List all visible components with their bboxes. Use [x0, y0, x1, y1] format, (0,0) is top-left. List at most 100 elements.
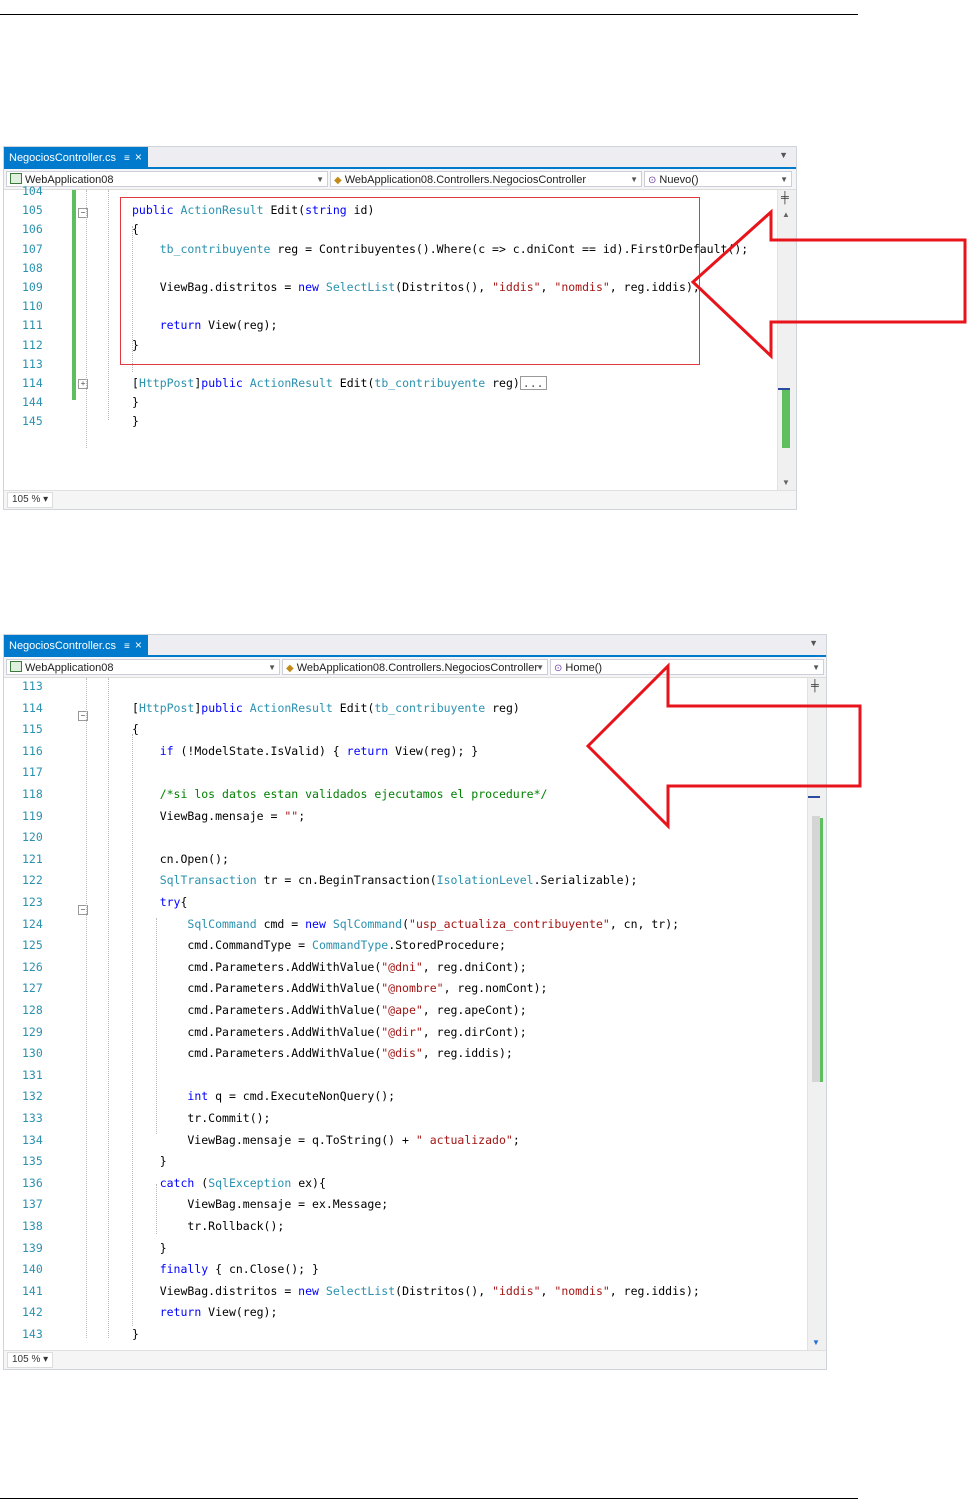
code-text: tr.Commit(); [132, 1111, 271, 1125]
code-text: { [132, 722, 139, 737]
line-number: 122 [22, 873, 43, 888]
line-number: 107 [22, 241, 43, 256]
line-number: 114 [22, 376, 43, 390]
code-text: cmd.Parameters.AddWithValue("@nombre", r… [132, 981, 548, 996]
line-number: 128 [22, 1003, 43, 1017]
code-line[interactable]: 133 tr.Commit(); [4, 1108, 806, 1130]
close-icon[interactable]: × [135, 150, 142, 164]
code-text: ViewBag.distritos = new SelectList(Distr… [132, 1283, 700, 1298]
project-icon [10, 661, 22, 672]
code-text: cmd.Parameters.AddWithValue("@dir", reg.… [132, 1024, 527, 1039]
editor-status-bar: 105 % ▾ [4, 490, 796, 509]
code-text: int q = cmd.ExecuteNonQuery(); [187, 1089, 396, 1104]
change-marker [820, 818, 823, 1082]
tab-list-dropdown-icon[interactable]: ▼ [809, 638, 818, 648]
line-number: 124 [22, 916, 43, 931]
code-text: try{ [159, 895, 188, 909]
code-line[interactable]: 122 SqlTransaction tr = cn.BeginTransact… [4, 870, 806, 892]
line-number: 132 [22, 1089, 43, 1104]
code-text: ViewBag.mensaje = q.ToString() + " actua… [132, 1132, 520, 1147]
class-combo[interactable]: ◆ WebApplication08.Controllers.NegociosCo… [282, 659, 548, 675]
code-text: finally { cn.Close(); } [159, 1262, 319, 1277]
code-line[interactable]: 134 ViewBag.mensaje = q.ToString() + " a… [4, 1130, 806, 1152]
line-number: 109 [22, 280, 43, 294]
line-number: 119 [22, 808, 43, 823]
code-line[interactable]: 143} [4, 1324, 806, 1346]
code-line[interactable]: 125 cmd.CommandType = CommandType.Stored… [4, 935, 806, 957]
code-text: SqlCommand cmd = new SqlCommand("usp_act… [187, 916, 680, 931]
code-text: /*si los datos estan validados ejecutamo… [159, 787, 548, 801]
line-number: 106 [22, 222, 43, 237]
tab-list-dropdown-icon[interactable]: ▼ [779, 150, 788, 160]
document-tab-label: NegociosController.cs [9, 640, 116, 652]
code-line[interactable]: 129 cmd.Parameters.AddWithValue("@dir", … [4, 1022, 806, 1044]
code-line[interactable]: 128 cmd.Parameters.AddWithValue("@ape", … [4, 1000, 806, 1022]
code-line[interactable]: 121 cn.Open(); [4, 849, 806, 871]
pin-icon[interactable]: ≡ [124, 641, 130, 652]
code-line[interactable]: 130 cmd.Parameters.AddWithValue("@dis", … [4, 1043, 806, 1065]
line-number: 134 [22, 1132, 43, 1147]
code-line[interactable]: 127 cmd.Parameters.AddWithValue("@nombre… [4, 978, 806, 1000]
code-line[interactable]: 131 [4, 1065, 806, 1087]
code-line[interactable]: 132 int q = cmd.ExecuteNonQuery(); [4, 1086, 806, 1108]
code-line[interactable]: 126 cmd.Parameters.AddWithValue("@dni", … [4, 957, 806, 979]
line-number: 139 [22, 1240, 43, 1255]
line-number: 113 [22, 356, 43, 371]
zoom-level-label: 105 % [12, 1354, 41, 1365]
code-text: cmd.Parameters.AddWithValue("@dis", reg.… [132, 1046, 513, 1061]
line-number: 130 [22, 1046, 43, 1061]
line-number: 118 [22, 787, 43, 801]
code-text: cmd.Parameters.AddWithValue("@dni", reg.… [132, 959, 527, 974]
method-icon: ⊙ [554, 663, 563, 674]
code-line[interactable]: 139 } [4, 1238, 806, 1260]
document-tab[interactable]: NegociosController.cs ≡ × [4, 147, 148, 167]
page-top-rule [0, 14, 858, 15]
line-number: 105 [22, 203, 43, 218]
line-number: 127 [22, 981, 43, 996]
line-number: 121 [22, 851, 43, 866]
code-line[interactable]: 114 [HttpPost]public ActionResult Edit(tb… [4, 374, 776, 393]
code-text: cmd.Parameters.AddWithValue("@ape", reg.… [132, 1003, 527, 1017]
code-text: SqlTransaction tr = cn.BeginTransaction(… [159, 873, 638, 888]
code-text: if (!ModelState.IsValid) { return View(r… [159, 743, 479, 758]
zoom-level-dropdown[interactable]: 105 % ▾ [7, 492, 54, 508]
code-line[interactable]: 138 tr.Rollback(); [4, 1216, 806, 1238]
line-number: 138 [22, 1219, 43, 1233]
code-line[interactable]: 140 finally { cn.Close(); } [4, 1259, 806, 1281]
document-tab[interactable]: NegociosController.cs ≡ × [4, 635, 148, 655]
pin-icon[interactable]: ≡ [124, 153, 130, 164]
project-combo[interactable]: WebApplication08 ▼ [6, 659, 280, 675]
close-icon[interactable]: × [135, 638, 142, 652]
code-text: } [132, 1240, 167, 1255]
line-number: 142 [22, 1305, 43, 1320]
line-number: 137 [22, 1197, 43, 1212]
line-number: 110 [22, 299, 43, 314]
code-line[interactable]: 135 } [4, 1151, 806, 1173]
code-line[interactable]: 136 catch (SqlException ex){ [4, 1173, 806, 1195]
code-line[interactable]: 141 ViewBag.distritos = new SelectList(D… [4, 1281, 806, 1303]
code-line[interactable]: 142 return View(reg); [4, 1302, 806, 1324]
code-line[interactable]: 124 SqlCommand cmd = new SqlCommand("usp… [4, 914, 806, 936]
line-number: 126 [22, 959, 43, 974]
line-number: 144 [22, 395, 43, 410]
line-number: 141 [22, 1283, 43, 1298]
scroll-thumb[interactable] [782, 390, 790, 448]
scroll-thumb[interactable] [812, 816, 820, 1082]
code-line[interactable]: 137 ViewBag.mensaje = ex.Message; [4, 1194, 806, 1216]
line-number: 143 [22, 1327, 43, 1341]
document-tabstrip: NegociosController.cs ≡ × ▼ [4, 147, 796, 169]
callout-arrow-2 [585, 662, 862, 830]
code-line[interactable]: 144} [4, 393, 776, 412]
code-text: } [132, 395, 139, 410]
zoom-level-dropdown[interactable]: 105 % ▾ [7, 1352, 54, 1368]
code-text: [HttpPost]public ActionResult Edit(tb_co… [132, 700, 520, 715]
split-handle-icon[interactable]: ╪ [781, 192, 789, 204]
line-number: 145 [22, 414, 43, 429]
scroll-down-icon[interactable]: ▼ [812, 1338, 820, 1347]
chevron-down-icon: ▼ [268, 663, 276, 672]
scroll-down-icon[interactable]: ▼ [782, 478, 790, 487]
editor-status-bar: 105 % ▾ [4, 1350, 826, 1369]
code-line[interactable]: 145} [4, 412, 776, 431]
line-number: 116 [22, 743, 43, 758]
code-line[interactable]: 123 try{ [4, 892, 806, 914]
